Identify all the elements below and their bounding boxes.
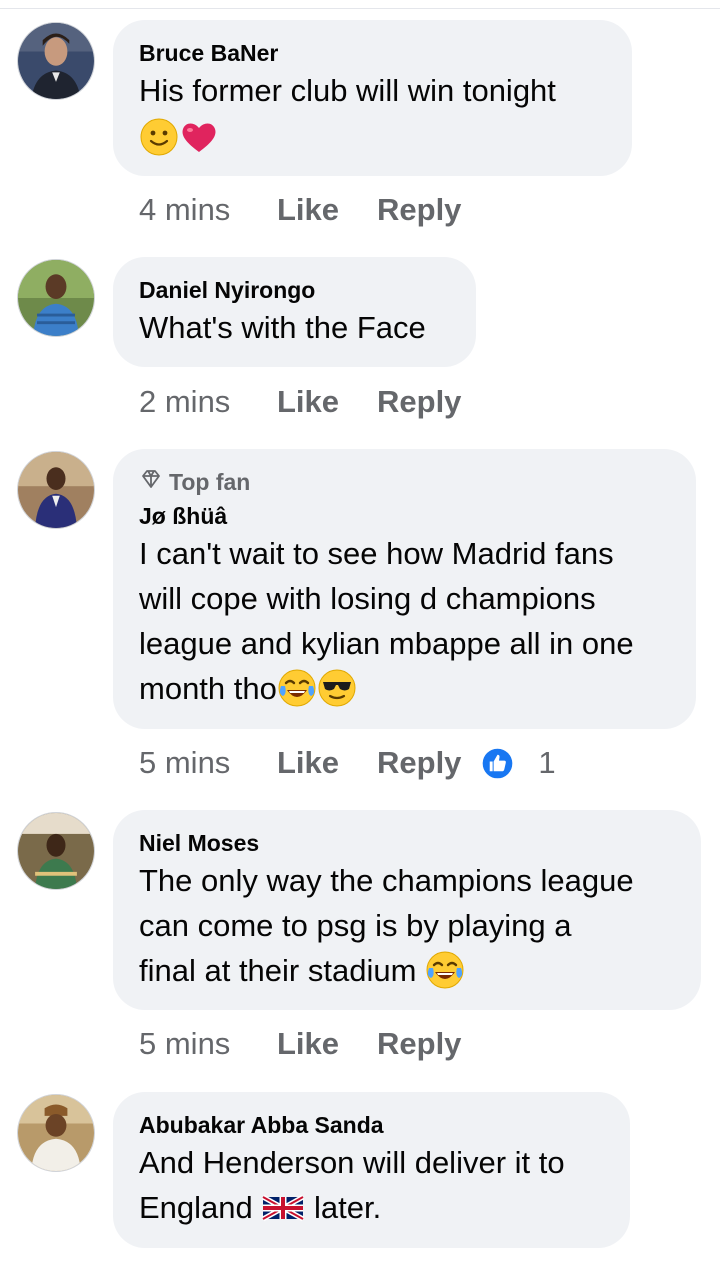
diamond-icon xyxy=(139,467,163,497)
comment-text-line: later. xyxy=(314,1190,382,1225)
comment-bubble: Bruce BaNer His former club will win ton… xyxy=(113,20,632,176)
sunglasses-face-icon xyxy=(317,668,357,708)
like-button[interactable]: Like xyxy=(277,1026,377,1062)
reply-button[interactable]: Reply xyxy=(377,192,461,228)
comment-time[interactable]: 4 mins xyxy=(139,192,277,228)
top-fan-label: Top fan xyxy=(169,468,251,495)
comment-text: His former club will win tonight xyxy=(139,73,556,108)
comment-text-line: will cope with losing d champions xyxy=(139,581,596,616)
comment-text-line: England xyxy=(139,1190,253,1225)
top-divider xyxy=(0,8,720,9)
reaction-summary[interactable]: 1 xyxy=(481,745,556,781)
comment-text-line: can come to psg is by playing a xyxy=(139,908,572,943)
comment-text: What's with the Face xyxy=(139,310,426,345)
like-reaction-icon xyxy=(481,746,515,780)
comment-author[interactable]: Daniel Nyirongo xyxy=(139,275,450,305)
comment-text-line: And Henderson will deliver it to xyxy=(139,1145,565,1180)
comment-bubble: Niel Moses The only way the champions le… xyxy=(113,810,701,1010)
uk-flag-icon xyxy=(261,1187,305,1227)
top-fan-badge: Top fan xyxy=(139,467,670,497)
like-button[interactable]: Like xyxy=(277,192,377,228)
reaction-count: 1 xyxy=(538,745,556,780)
comment-bubble: Daniel Nyirongo What's with the Face xyxy=(113,257,476,367)
tears-of-joy-icon xyxy=(277,668,317,708)
comment-actions: 4 mins Like Reply xyxy=(139,192,461,228)
red-heart-icon xyxy=(179,117,219,157)
comment-author[interactable]: Bruce BaNer xyxy=(139,38,606,68)
comment-text-line: The only way the champions league xyxy=(139,863,634,898)
comment-author[interactable]: Niel Moses xyxy=(139,828,675,858)
avatar[interactable] xyxy=(17,259,95,337)
comment-actions: 5 mins Like Reply xyxy=(139,1026,461,1062)
comment-actions: 2 mins Like Reply xyxy=(139,384,461,420)
reply-button[interactable]: Reply xyxy=(377,384,461,420)
comment-text-line: league and kylian mbappe all in one xyxy=(139,626,634,661)
avatar[interactable] xyxy=(17,451,95,529)
comment-author[interactable]: Abubakar Abba Sanda xyxy=(139,1110,604,1140)
comment-actions: 5 mins Like Reply 1 xyxy=(139,745,556,781)
avatar[interactable] xyxy=(17,812,95,890)
comment-time[interactable]: 5 mins xyxy=(139,745,277,781)
tears-of-joy-icon xyxy=(425,950,465,990)
like-button[interactable]: Like xyxy=(277,384,377,420)
comment-time[interactable]: 5 mins xyxy=(139,1026,277,1062)
comment-bubble: Abubakar Abba Sanda And Henderson will d… xyxy=(113,1092,630,1248)
comment-time[interactable]: 2 mins xyxy=(139,384,277,420)
comment-text-line: month tho xyxy=(139,671,277,706)
reply-button[interactable]: Reply xyxy=(377,745,461,781)
avatar[interactable] xyxy=(17,22,95,100)
comment-author[interactable]: Jø ßhüâ xyxy=(139,501,670,531)
comment-text-line: final at their stadium xyxy=(139,953,417,988)
avatar[interactable] xyxy=(17,1094,95,1172)
like-button[interactable]: Like xyxy=(277,745,377,781)
comment-bubble: Top fan Jø ßhüâ I can't wait to see how … xyxy=(113,449,696,729)
reply-button[interactable]: Reply xyxy=(377,1026,461,1062)
comment-text-line: I can't wait to see how Madrid fans xyxy=(139,536,614,571)
slightly-smiling-face-icon xyxy=(139,117,179,157)
